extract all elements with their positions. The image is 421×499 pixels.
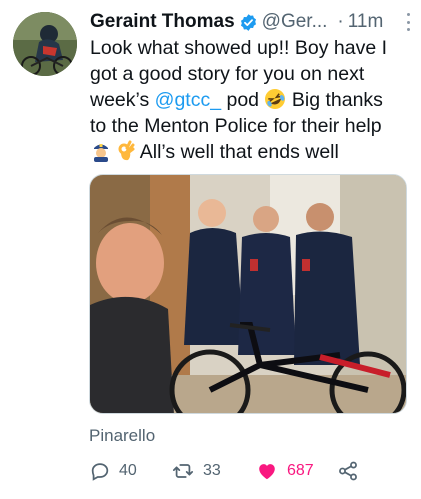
share-button[interactable]	[337, 458, 359, 484]
like-count: 687	[287, 462, 314, 479]
retweet-button[interactable]: 33	[171, 458, 221, 484]
tweet-actions: 40 33 687	[89, 458, 419, 484]
tweet-line: All’s well that ends well	[90, 139, 415, 165]
tweet: Geraint Thomas @Ger... · 11m Look what s…	[0, 0, 421, 499]
avatar[interactable]	[13, 12, 77, 76]
tweet-text-part: pod	[221, 89, 265, 111]
tweet-text: Look what showed up!! Boy have I got a g…	[90, 35, 415, 165]
tweet-text-part: week’s	[90, 89, 155, 111]
more-icon[interactable]	[405, 13, 411, 31]
ok-hand-emoji	[118, 140, 135, 161]
tweet-text-part: Big thanks	[286, 89, 383, 111]
reply-count: 40	[119, 462, 137, 479]
photo-location-label[interactable]: Pinarello	[89, 426, 155, 446]
tweet-text-part: All’s well that ends well	[135, 141, 339, 163]
tweet-line: Look what showed up!! Boy have I	[90, 37, 388, 59]
tweet-header: Geraint Thomas @Ger... · 11m	[90, 9, 411, 35]
tweet-photo[interactable]	[89, 174, 407, 414]
reply-icon	[91, 463, 109, 481]
police-officer-emoji	[94, 144, 108, 162]
tweet-timestamp[interactable]: 11m	[348, 11, 384, 33]
mention-link[interactable]: @gtcc_	[155, 89, 221, 111]
share-icon	[339, 461, 357, 481]
like-button[interactable]: 687	[255, 458, 314, 484]
rofl-emoji	[265, 89, 286, 109]
reply-button[interactable]: 40	[89, 458, 137, 484]
author-name[interactable]: Geraint Thomas	[90, 11, 235, 33]
retweet-count: 33	[203, 462, 221, 479]
tweet-line: to the Menton Police for their help	[90, 115, 382, 137]
tweet-line: week’s @gtcc_ pod Big thanks	[90, 87, 415, 113]
retweet-icon	[172, 464, 194, 478]
author-handle[interactable]: @Ger...	[262, 11, 328, 33]
separator-dot: ·	[337, 11, 344, 32]
verified-badge-icon	[240, 13, 256, 31]
tweet-line: got a good story for you on next	[90, 63, 365, 85]
heart-icon	[259, 464, 275, 480]
